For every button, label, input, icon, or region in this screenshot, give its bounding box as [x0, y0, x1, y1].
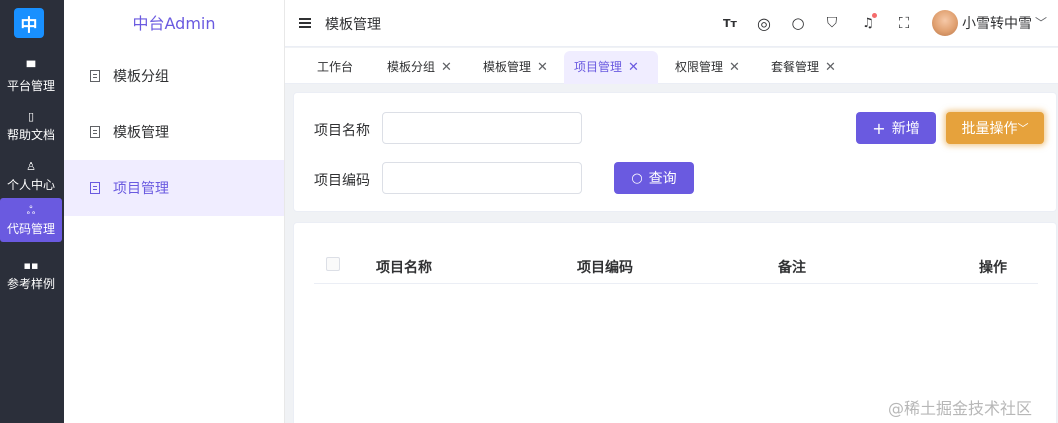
- rail-item-label: 帮助文档: [6, 127, 55, 142]
- sub-menu-item-template-group[interactable]: 模板分组: [64, 48, 284, 104]
- sub-menu-item-label: 模板管理: [113, 125, 169, 141]
- table-header-divider: [314, 283, 1038, 284]
- grid-icon: ▪▪: [23, 258, 39, 272]
- sub-menu-title: 中台Admin: [132, 14, 216, 33]
- rail-item-label: 平台管理: [6, 78, 55, 93]
- rail-item-platform[interactable]: ▀ 平台管理: [0, 55, 62, 99]
- sub-menu-item-label: 项目管理: [113, 181, 169, 197]
- code-icon: ஃ: [26, 203, 36, 217]
- add-button-label: 新增: [891, 121, 920, 137]
- batch-operation-label: 批量操作: [961, 121, 1018, 137]
- query-button[interactable]: ○ 查询: [614, 162, 694, 194]
- monitor-icon: ▀: [26, 60, 36, 74]
- project-name-label: 项目名称: [314, 123, 370, 139]
- table-panel: 项目名称 项目编码 备注 操作: [293, 222, 1057, 423]
- column-header-remark[interactable]: 备注: [778, 257, 806, 277]
- batch-operation-button[interactable]: 批量操作 ﹀: [946, 112, 1044, 144]
- bell-icon[interactable]: ♫: [859, 13, 877, 32]
- chevron-down-icon: ﹀: [1017, 122, 1029, 135]
- project-code-input[interactable]: [382, 162, 582, 194]
- notification-dot: [872, 13, 877, 18]
- tab-template-group[interactable]: 模板分组 ✕: [377, 51, 462, 84]
- tab-permission-manage[interactable]: 权限管理 ✕: [665, 51, 750, 84]
- close-icon[interactable]: ✕: [825, 51, 836, 84]
- search-icon[interactable]: ○: [789, 14, 807, 32]
- username[interactable]: 小雪转中雪: [962, 13, 1032, 33]
- tab-project-manage[interactable]: 项目管理 ✕: [564, 51, 658, 84]
- rail-item-label: 个人中心: [6, 177, 55, 192]
- search-icon: ○: [631, 170, 643, 186]
- document-icon: [90, 182, 100, 194]
- globe-icon[interactable]: ◎: [755, 14, 773, 33]
- sub-menu-item-template-manage[interactable]: 模板管理: [64, 104, 284, 160]
- rail-item-help[interactable]: ▯ 帮助文档: [0, 104, 62, 148]
- document-icon: [90, 70, 100, 82]
- project-code-label: 项目编码: [314, 173, 370, 189]
- tab-label: 模板管理: [483, 60, 532, 74]
- tab-bar: 工作台 模板分组 ✕ 模板管理 ✕ 项目管理 ✕ 权限管理 ✕ 套餐管理 ✕: [285, 48, 1058, 84]
- avatar[interactable]: [932, 10, 958, 36]
- nav-rail: 中 ▀ 平台管理 ▯ 帮助文档 ♙ 个人中心 ஃ 代码管理 ▪▪ 参考样例: [0, 0, 64, 423]
- tab-package-manage[interactable]: 套餐管理 ✕: [761, 51, 846, 84]
- close-icon[interactable]: ✕: [537, 51, 548, 84]
- rail-item-profile[interactable]: ♙ 个人中心: [0, 154, 62, 198]
- breadcrumb: 模板管理: [325, 17, 381, 33]
- watermark: @稀土掘金技术社区: [888, 399, 1033, 418]
- close-icon[interactable]: ✕: [729, 51, 740, 84]
- tab-template-manage[interactable]: 模板管理 ✕: [473, 51, 558, 84]
- document-icon: [90, 126, 100, 138]
- query-button-label: 查询: [648, 171, 677, 187]
- close-icon[interactable]: ✕: [441, 51, 452, 84]
- tab-label: 项目管理: [574, 60, 623, 74]
- app-logo[interactable]: 中: [14, 8, 44, 38]
- tab-label: 模板分组: [387, 60, 436, 74]
- theme-shirt-icon[interactable]: ⛉: [823, 14, 841, 32]
- tab-label: 工作台: [317, 60, 354, 74]
- tab-workbench[interactable]: 工作台: [307, 51, 363, 84]
- book-icon: ▯: [27, 109, 35, 123]
- add-button[interactable]: + 新增: [856, 112, 936, 144]
- column-header-project-code[interactable]: 项目编码: [577, 257, 633, 277]
- fullscreen-icon[interactable]: ⛶: [895, 14, 913, 32]
- search-panel: 项目名称 项目编码 ○ 查询 + 新增 批量操作 ﹀: [293, 92, 1057, 212]
- menu-toggle-icon[interactable]: [299, 18, 311, 28]
- tab-label: 套餐管理: [771, 60, 820, 74]
- column-header-actions[interactable]: 操作: [979, 257, 1007, 277]
- column-header-project-name[interactable]: 项目名称: [376, 257, 432, 277]
- user-icon: ♙: [26, 159, 36, 173]
- plus-icon: +: [872, 118, 886, 138]
- rail-item-label: 代码管理: [6, 221, 55, 236]
- sub-menu: 中台Admin 模板分组 模板管理 项目管理: [64, 0, 285, 423]
- chevron-down-icon[interactable]: ﹀: [1035, 14, 1047, 31]
- top-header: 模板管理 Tт ◎ ○ ⛉ ♫ ⛶ 小雪转中雪 ﹀: [285, 0, 1058, 47]
- rail-item-label: 参考样例: [6, 276, 55, 291]
- font-size-icon[interactable]: Tт: [721, 14, 739, 32]
- select-all-checkbox[interactable]: [326, 257, 340, 271]
- sub-menu-item-label: 模板分组: [113, 69, 169, 85]
- rail-item-examples[interactable]: ▪▪ 参考样例: [0, 253, 62, 297]
- close-icon[interactable]: ✕: [628, 51, 639, 84]
- bell-glyph: ♫: [862, 15, 874, 31]
- sub-menu-item-project-manage[interactable]: 项目管理: [64, 160, 284, 216]
- project-name-input[interactable]: [382, 112, 582, 144]
- tab-label: 权限管理: [675, 60, 724, 74]
- rail-item-code[interactable]: ஃ 代码管理: [0, 198, 62, 242]
